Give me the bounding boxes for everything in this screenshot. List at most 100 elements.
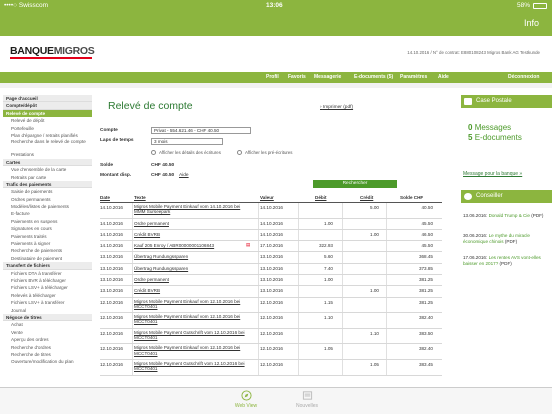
news-item[interactable]: 17.06.2016: Les rentes AVS vont-elles ba…: [463, 255, 552, 266]
nav-item[interactable]: Recherche dans le relevé de compte: [3, 139, 92, 151]
nav-item[interactable]: Aperçu des ordres: [3, 336, 92, 343]
nav-item[interactable]: Recherche d'ordres: [3, 344, 92, 351]
nav-item[interactable]: Destinataire de paiement: [3, 255, 92, 262]
message-bank-link[interactable]: Message pour la banque »: [463, 171, 522, 177]
row-date: 12.10.2016: [100, 299, 123, 305]
menu-item-2[interactable]: Messagerie: [314, 74, 341, 80]
print-pdf-link[interactable]: › Imprimer (pdf): [320, 105, 353, 110]
sort-credit[interactable]: Crédit: [360, 195, 373, 200]
nav-item[interactable]: Fichiers BVR à télécharger: [3, 277, 92, 284]
column-divider: [342, 218, 343, 229]
menu-item-4[interactable]: Paramètres: [400, 74, 427, 80]
tab-webview[interactable]: Web View: [228, 390, 264, 409]
news-item[interactable]: 30.06.2016: Le mythe du miracle économiq…: [463, 233, 552, 244]
column-divider: [386, 328, 387, 344]
column-divider: [342, 241, 343, 252]
row-text[interactable]: Migros Mobile Payment Einkauf vom 12.10.…: [134, 299, 252, 309]
nav-item[interactable]: E-facture: [3, 210, 92, 217]
nav-item[interactable]: Recherche de paiements: [3, 247, 92, 254]
row-text[interactable]: Migros Mobile Payment Einkauf vom 12.10.…: [134, 345, 252, 355]
nav-item[interactable]: Achat: [3, 321, 92, 328]
info-button[interactable]: Info: [524, 18, 539, 28]
nav-item[interactable]: Relevé de compte: [3, 109, 92, 118]
nav-item[interactable]: Relevé de dépôt: [3, 117, 92, 124]
nav-item[interactable]: Signatures en cours: [3, 225, 92, 232]
row-text[interactable]: Migros Mobile Payment Einkauf vom 12.10.…: [134, 314, 252, 324]
nav-item[interactable]: Fichiers LSV+ à transférer: [3, 299, 92, 306]
sort-value[interactable]: Valeur: [260, 195, 274, 200]
nav-item[interactable]: Prestations: [3, 151, 92, 158]
menu-item-5[interactable]: Aide: [438, 74, 449, 80]
nav-item[interactable]: Ordres permanents: [3, 196, 92, 203]
nav-section[interactable]: Trafic des paiements: [3, 180, 92, 189]
nav-item[interactable]: Vente: [3, 329, 92, 336]
tab-news[interactable]: Nouvelles: [289, 390, 325, 409]
row-balance: 45.50: [421, 220, 434, 226]
nav-item[interactable]: Relevés à télécharger: [3, 292, 92, 299]
row-date: 12.10.2016: [100, 346, 123, 352]
nav-item[interactable]: Portefeuille: [3, 125, 92, 132]
nav-item[interactable]: Paiements en suspens: [3, 218, 92, 225]
nav-item[interactable]: Ouverture/modification du plan: [3, 358, 92, 365]
row-text[interactable]: Migros Mobile Payment Gutschrift vom 12.…: [134, 330, 252, 340]
nav-item[interactable]: Paiements traités: [3, 233, 92, 240]
nav-item[interactable]: Journal: [3, 307, 92, 314]
pre-entries-checkbox[interactable]: Afficher les pré-écritures: [237, 150, 293, 156]
nav-item[interactable]: Plan d'épargne / retraits planifiés: [3, 132, 92, 139]
bank-logo[interactable]: BANQUEMIGROS: [10, 45, 95, 57]
clock: 13:06: [266, 2, 283, 9]
nav-section[interactable]: Page d'accueil: [3, 95, 92, 103]
row-text[interactable]: Übertrag Rundungssparen: [134, 254, 188, 259]
menu-item-1[interactable]: Favoris: [288, 74, 306, 80]
nav-section[interactable]: Compte/dépôt: [3, 102, 92, 110]
row-date: 14.10.2016: [100, 205, 123, 210]
row-text[interactable]: Ordre permanent: [134, 221, 169, 226]
column-divider: [258, 344, 259, 360]
nav-item[interactable]: Recherche de titres: [3, 351, 92, 358]
row-text[interactable]: Migros Mobile Payment Einkauf vom 14.10.…: [134, 204, 252, 214]
row-value-date: 13.10.2016: [260, 277, 283, 283]
column-divider: [342, 313, 343, 328]
row-text[interactable]: Crédit BVRB: [134, 232, 160, 237]
column-divider: [258, 275, 259, 286]
messages-link[interactable]: 0 Messages: [468, 123, 511, 132]
nav-item[interactable]: Modèles/listes de paiements: [3, 203, 92, 210]
column-divider: [386, 229, 387, 241]
nav-section[interactable]: Cartes: [3, 158, 92, 167]
column-divider: [342, 229, 343, 241]
menu-item-3[interactable]: E-documents (5): [354, 74, 393, 80]
row-text[interactable]: Übertrag Rundungssparen: [134, 266, 188, 271]
sort-text[interactable]: Texte: [134, 195, 146, 200]
details-checkbox[interactable]: Afficher les détails des écritures: [151, 150, 221, 156]
nav-section[interactable]: Transfert de fichiers: [3, 262, 92, 270]
sort-debit[interactable]: Débit: [315, 195, 326, 200]
nav-item[interactable]: Paiements à signer: [3, 240, 92, 247]
account-select[interactable]: Privat - 554.621.46 - CHF 40.50: [151, 127, 251, 134]
available-label: Montant disp.: [100, 173, 132, 178]
sort-date[interactable]: Date: [100, 195, 110, 200]
nav-item[interactable]: Retraits par carte: [3, 174, 92, 181]
search-button[interactable]: Rechercher: [313, 180, 397, 188]
nav-item[interactable]: Saisie de paiements: [3, 188, 92, 195]
menu-item-6[interactable]: Déconnexion: [508, 74, 539, 80]
row-text[interactable]: Crédit BVRB: [134, 288, 160, 293]
nav-item[interactable]: Fichiers DTA à transférer: [3, 270, 92, 277]
tab-bar: Web View Nouvelles: [0, 387, 552, 414]
menu-item-0[interactable]: Profil: [266, 74, 279, 80]
help-link[interactable]: Aide: [179, 173, 189, 178]
row-date: 12.10.2016: [100, 330, 123, 336]
edocuments-link[interactable]: 5 E-documents: [468, 133, 522, 142]
row-text[interactable]: Kauf 205 Enroy / ABR00000001106843: [134, 243, 214, 248]
news-item[interactable]: 13.06.2016: Donald Trump & Cie (PDF): [463, 213, 552, 219]
column-divider: [298, 328, 299, 344]
nav-item[interactable]: Vue d'ensemble de la carte: [3, 166, 92, 173]
row-text[interactable]: Migros Mobile Payment Gutschrift vom 12.…: [134, 361, 252, 371]
row-value-date: 13.10.2016: [260, 254, 283, 260]
column-divider: [258, 286, 259, 297]
column-divider: [298, 241, 299, 252]
nav-section[interactable]: Négoce de titres: [3, 313, 92, 322]
row-text[interactable]: Ordre permanent: [134, 277, 169, 282]
nav-item[interactable]: Fichiers LSV+ à télécharger: [3, 284, 92, 291]
pdf-icon[interactable]: ▤: [246, 242, 250, 248]
period-select[interactable]: 3 mois: [151, 138, 223, 145]
